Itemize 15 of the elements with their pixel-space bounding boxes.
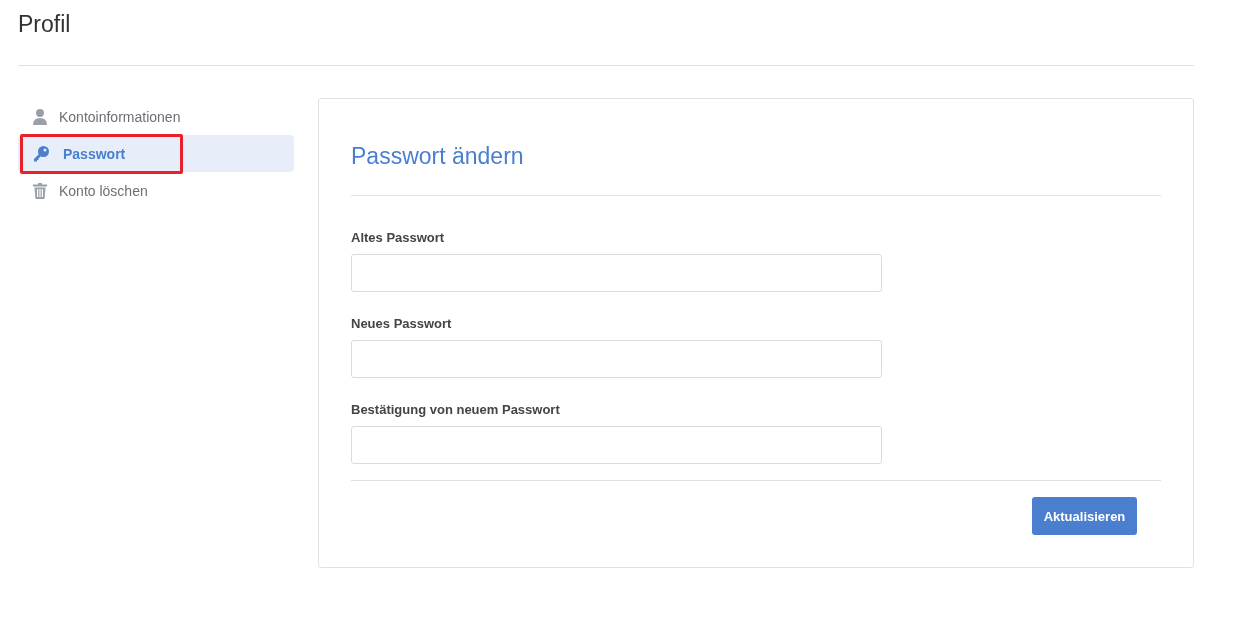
update-button[interactable]: Aktualisieren (1032, 497, 1137, 535)
page-title: Profil (18, 0, 1194, 66)
password-field[interactable] (351, 340, 882, 378)
trash-icon (33, 182, 47, 199)
sidebar-item[interactable]: Kontoinformationen (18, 98, 294, 135)
key-icon (33, 145, 49, 162)
field-label: Bestätigung von neuem Passwort (351, 402, 560, 417)
sidebar-item[interactable]: Passwort (18, 135, 294, 172)
password-field[interactable] (351, 254, 882, 292)
sidebar-item[interactable]: Konto löschen (18, 172, 294, 209)
field-label: Neues Passwort (351, 316, 452, 331)
user-icon (33, 108, 47, 125)
field-label: Altes Passwort (351, 230, 445, 245)
card-title: Passwort ändern (351, 142, 524, 171)
password-field[interactable] (351, 426, 882, 464)
